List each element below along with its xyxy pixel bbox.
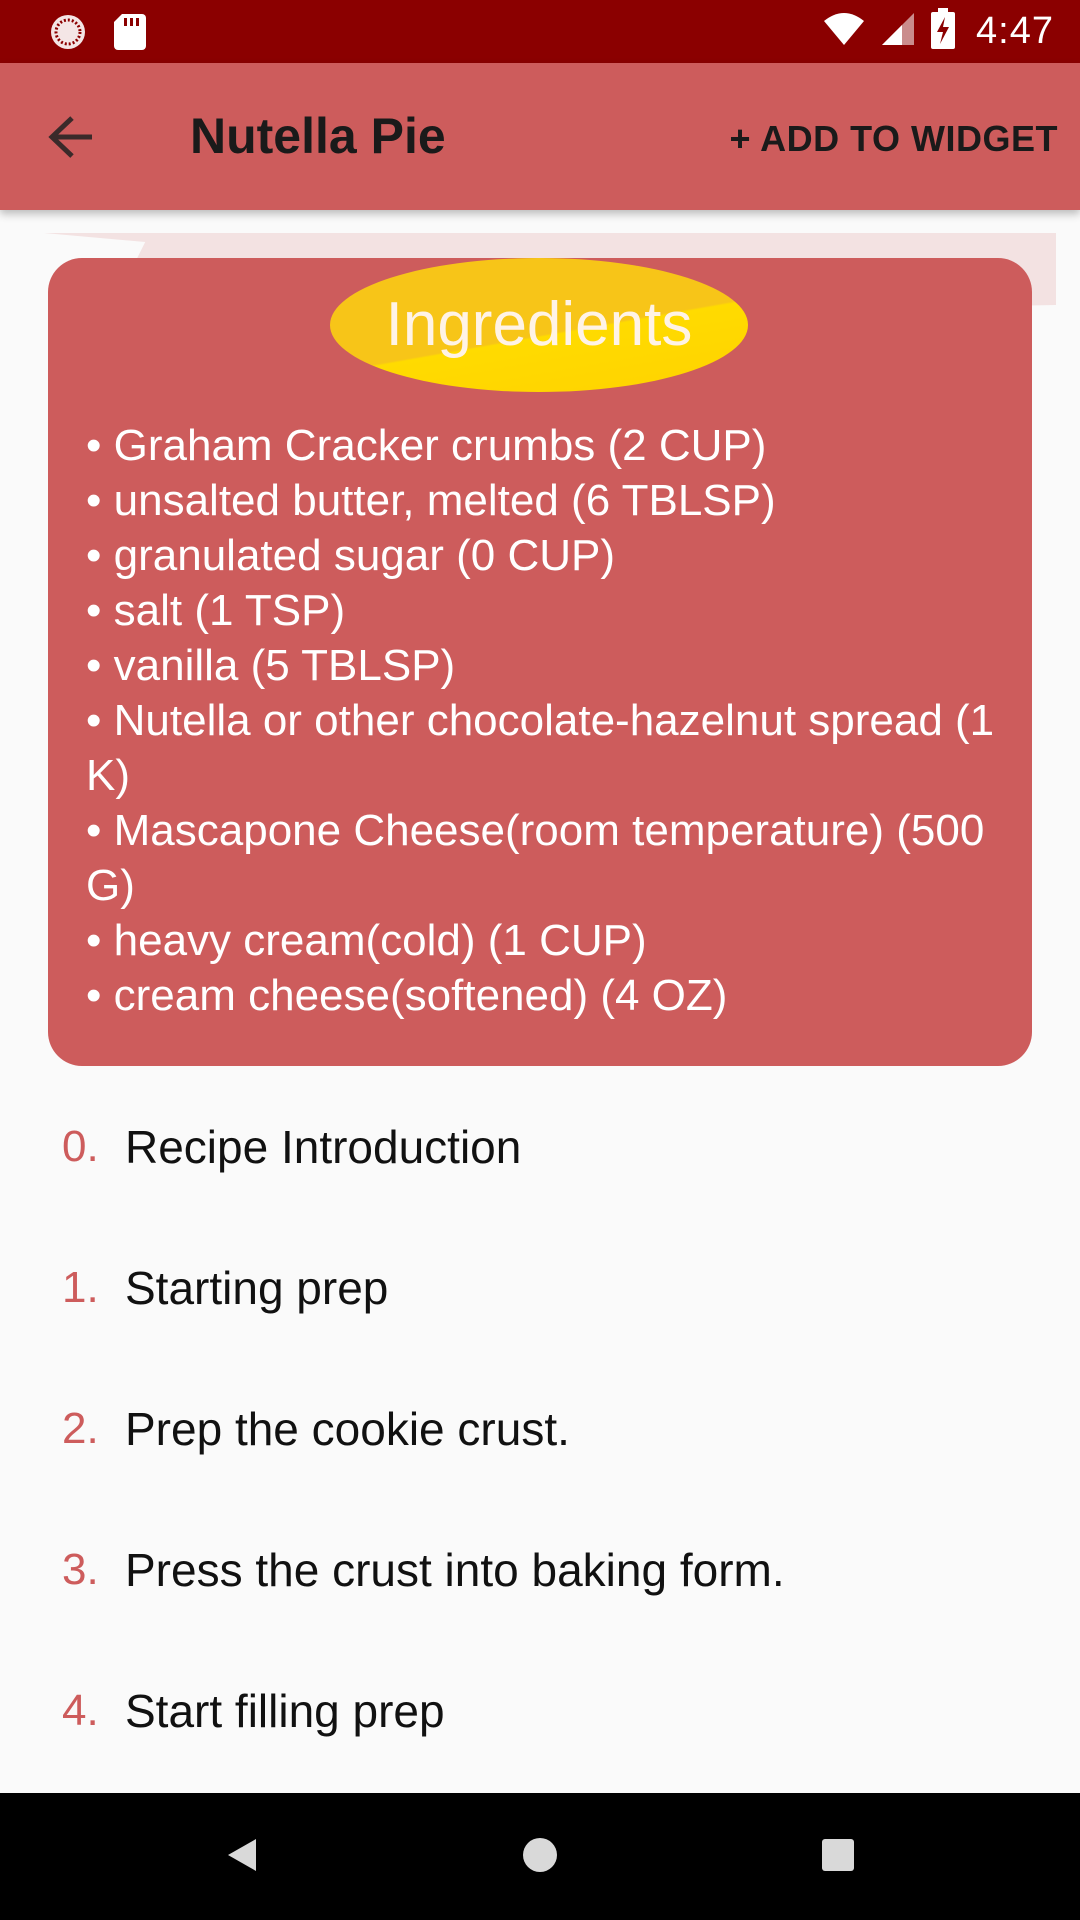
step-number: 3. — [62, 1544, 99, 1594]
step-label: Recipe Introduction — [125, 1120, 522, 1173]
battery-charging-icon — [930, 8, 956, 55]
step-item[interactable]: 4. Start filling prep — [0, 1640, 1080, 1781]
progress-circle-icon — [48, 12, 88, 52]
page-title: Nutella Pie — [190, 108, 446, 164]
nav-home-icon — [521, 1836, 559, 1879]
step-number: 0. — [62, 1121, 99, 1171]
step-number: 2. — [62, 1403, 99, 1453]
nav-back-icon — [224, 1835, 260, 1880]
back-button[interactable] — [36, 103, 108, 175]
ingredients-title: Ingredients — [385, 290, 693, 359]
steps-list: 0. Recipe Introduction 1. Starting prep … — [0, 1076, 1080, 1781]
ingredient-item: Mascapone Cheese(room temperature) (500 … — [86, 803, 1006, 913]
ingredient-item: heavy cream(cold) (1 CUP) — [86, 913, 1006, 968]
step-label: Starting prep — [125, 1261, 389, 1314]
wifi-icon — [822, 11, 866, 52]
status-bar: 4:47 — [0, 0, 1080, 63]
ingredient-item: Nutella or other chocolate-hazelnut spre… — [86, 693, 1006, 803]
step-number: 4. — [62, 1685, 99, 1735]
ingredients-list: Graham Cracker crumbs (2 CUP) unsalted b… — [86, 418, 1006, 1023]
nav-recents-icon — [821, 1838, 855, 1877]
step-label: Press the crust into baking form. — [125, 1543, 785, 1596]
step-label: Prep the cookie crust. — [125, 1402, 570, 1455]
ingredient-item: vanilla (5 TBLSP) — [86, 638, 1006, 693]
status-time: 4:47 — [976, 10, 1054, 52]
ingredient-item: cream cheese(softened) (4 OZ) — [86, 968, 1006, 1023]
ingredient-item: Graham Cracker crumbs (2 CUP) — [86, 418, 1006, 473]
step-item[interactable]: 2. Prep the cookie crust. — [0, 1358, 1080, 1499]
step-item[interactable]: 3. Press the crust into baking form. — [0, 1499, 1080, 1640]
signal-icon — [880, 11, 916, 52]
ingredient-item: granulated sugar (0 CUP) — [86, 528, 1006, 583]
ingredient-item: unsalted butter, melted (6 TBLSP) — [86, 473, 1006, 528]
step-item[interactable]: 1. Starting prep — [0, 1217, 1080, 1358]
ingredients-card: Ingredients Graham Cracker crumbs (2 CUP… — [48, 258, 1032, 1066]
step-item[interactable]: 0. Recipe Introduction — [0, 1076, 1080, 1217]
sd-card-icon — [112, 12, 152, 52]
step-number: 1. — [62, 1262, 99, 1312]
step-label: Start filling prep — [125, 1684, 445, 1737]
add-to-widget-button[interactable]: + ADD TO WIDGET — [729, 115, 1058, 163]
status-right-group: 4:47 — [822, 0, 1054, 63]
app-bar: Nutella Pie + ADD TO WIDGET — [0, 63, 1080, 210]
nav-back-button[interactable] — [210, 1825, 274, 1889]
ingredient-item: salt (1 TSP) — [86, 583, 1006, 638]
system-nav-bar — [0, 1793, 1080, 1920]
nav-home-button[interactable] — [508, 1825, 572, 1889]
nav-recents-button[interactable] — [806, 1825, 870, 1889]
ingredients-badge: Ingredients — [330, 258, 748, 392]
arrow-back-icon — [48, 115, 96, 164]
screen: 4:47 Nutella Pie + ADD TO WIDGET Ingredi… — [0, 0, 1080, 1920]
